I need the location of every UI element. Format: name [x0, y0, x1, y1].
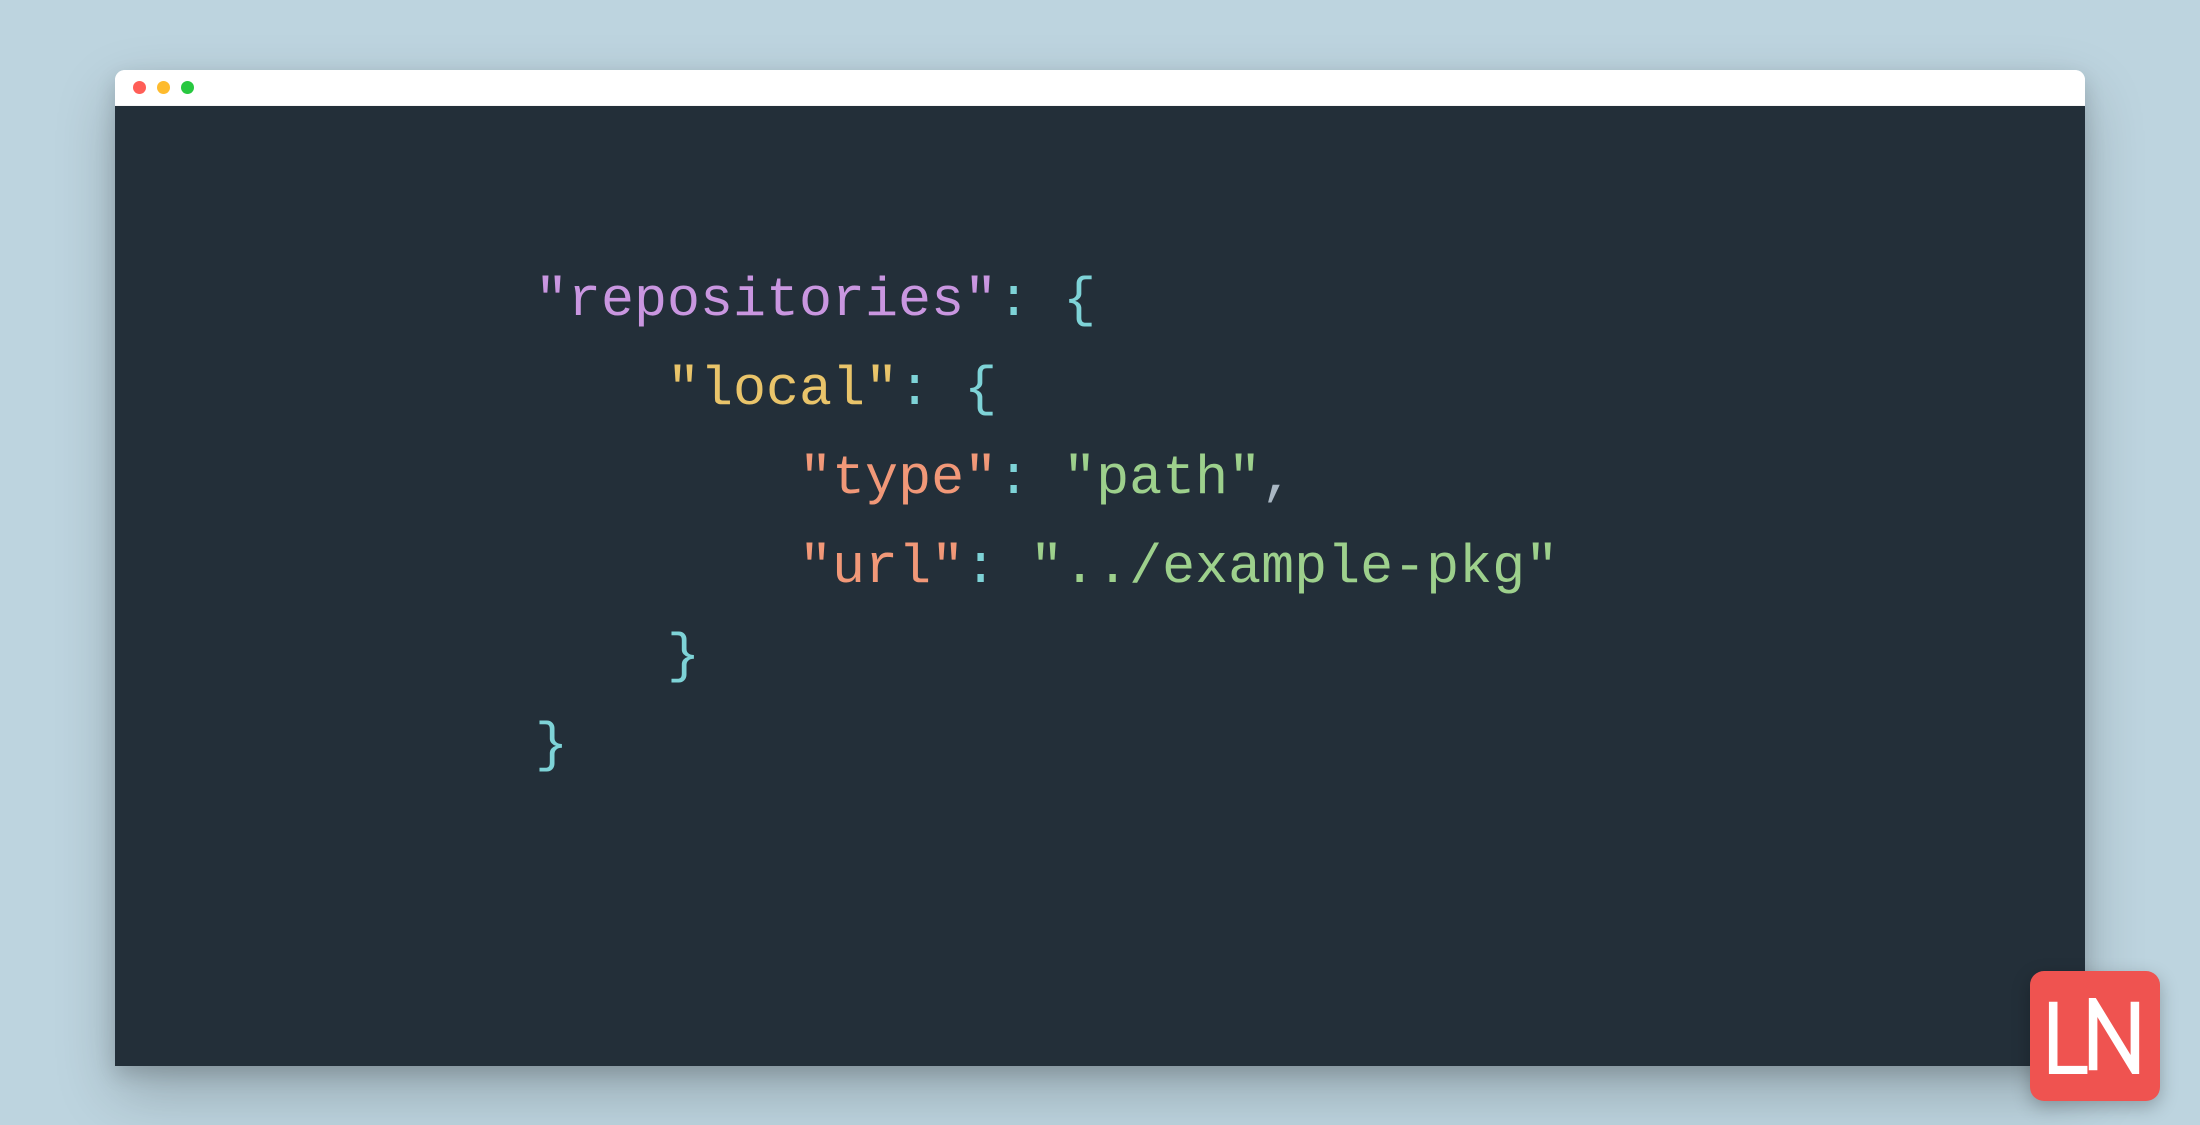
brace-close: }: [535, 714, 568, 777]
code-window: "repositories": { "local": { "type": "pa…: [115, 70, 2085, 1066]
json-value-url: "../example-pkg": [1030, 536, 1558, 599]
brace-close: }: [667, 625, 700, 688]
colon: :: [964, 536, 997, 599]
json-key-url: "url": [799, 536, 964, 599]
json-value-path: "path": [1063, 447, 1261, 510]
comma: ,: [1261, 447, 1294, 510]
json-key-repositories: "repositories": [535, 269, 997, 332]
brand-logo: [2030, 971, 2160, 1101]
brace-open: {: [1063, 269, 1096, 332]
window-zoom-icon[interactable]: [181, 81, 194, 94]
window-minimize-icon[interactable]: [157, 81, 170, 94]
window-titlebar: [115, 70, 2085, 106]
code-editor: "repositories": { "local": { "type": "pa…: [115, 106, 2085, 1066]
window-close-icon[interactable]: [133, 81, 146, 94]
ln-logo-icon: [2047, 998, 2143, 1074]
brace-open: {: [964, 358, 997, 421]
code-block: "repositories": { "local": { "type": "pa…: [535, 256, 2085, 791]
json-key-type: "type": [799, 447, 997, 510]
colon: :: [898, 358, 931, 421]
colon: :: [997, 447, 1030, 510]
colon: :: [997, 269, 1030, 332]
json-key-local: "local": [667, 358, 898, 421]
